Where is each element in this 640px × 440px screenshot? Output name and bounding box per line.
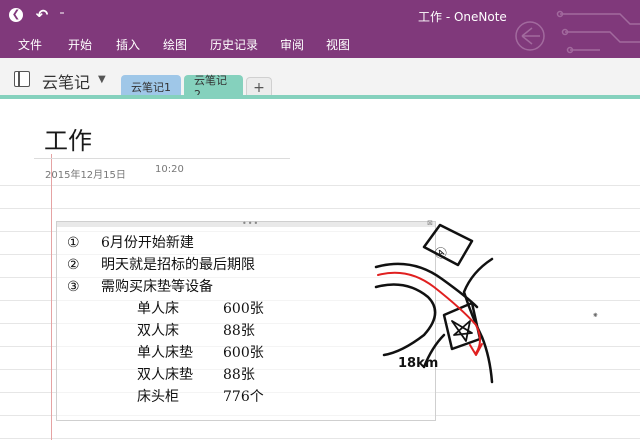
equipment-quantity[interactable]: 600张 bbox=[223, 298, 264, 318]
equipment-name[interactable]: 单人床 bbox=[137, 298, 179, 318]
notebook-icon[interactable] bbox=[14, 71, 30, 87]
sketch-distance-label: 18km bbox=[398, 356, 438, 371]
equipment-name[interactable]: 双人床垫 bbox=[137, 364, 193, 384]
list-text: 需购买床垫等设备 bbox=[101, 279, 213, 295]
ribbon-decoration bbox=[515, 10, 640, 54]
page-date: 2015年12月15日 bbox=[45, 170, 126, 181]
route-arrow-icon bbox=[469, 343, 483, 356]
list-item[interactable]: ① 6月份开始新建 bbox=[67, 232, 194, 252]
tab-view[interactable]: 视图 bbox=[326, 36, 350, 53]
map-sketch[interactable]: Ⓐ 18km bbox=[372, 217, 502, 392]
drag-grip-icon[interactable]: ••• bbox=[242, 219, 259, 228]
list-text: 6月份开始新建 bbox=[101, 235, 194, 251]
notebook-bar: 云笔记 ▼ 云笔记1 云笔记2 + bbox=[0, 58, 640, 101]
notebook-name[interactable]: 云笔记 bbox=[42, 69, 90, 93]
chevron-down-icon[interactable]: ▼ bbox=[98, 74, 106, 85]
tab-home[interactable]: 开始 bbox=[68, 36, 92, 53]
list-number: ② bbox=[67, 257, 80, 273]
list-number: ① bbox=[67, 235, 80, 251]
equipment-quantity[interactable]: 88张 bbox=[223, 320, 255, 340]
page-time: 10:20 bbox=[155, 164, 184, 175]
tab-history[interactable]: 历史记录 bbox=[210, 36, 258, 53]
list-item[interactable]: ② 明天就是招标的最后期限 bbox=[67, 254, 255, 274]
quick-access-dropdown-icon[interactable]: ⁼ bbox=[52, 5, 72, 25]
undo-icon[interactable]: ↶ bbox=[32, 5, 52, 25]
list-item[interactable]: ③ 需购买床垫等设备 bbox=[67, 276, 213, 296]
tab-draw[interactable]: 绘图 bbox=[163, 36, 187, 53]
equipment-name[interactable]: 双人床 bbox=[137, 320, 179, 340]
equipment-name[interactable]: 单人床垫 bbox=[137, 342, 193, 362]
insertion-cursor-icon: ⁕ bbox=[592, 311, 599, 320]
equipment-quantity[interactable]: 88张 bbox=[223, 364, 255, 384]
margin-line bbox=[51, 154, 52, 440]
equipment-quantity[interactable]: 600张 bbox=[223, 342, 264, 362]
page-canvas[interactable]: 工作 2015年12月15日 10:20 ••• ⊠ ① 6月份开始新建 ② 明天就… bbox=[0, 99, 640, 440]
tab-review[interactable]: 审阅 bbox=[280, 36, 304, 53]
tab-file[interactable]: 文件 bbox=[18, 36, 42, 53]
page-title[interactable]: 工作 bbox=[44, 121, 92, 156]
equipment-quantity[interactable]: 776个 bbox=[223, 386, 264, 406]
tab-insert[interactable]: 插入 bbox=[116, 36, 140, 53]
list-text: 明天就是招标的最后期限 bbox=[101, 257, 255, 273]
title-rule bbox=[34, 158, 290, 159]
list-number: ③ bbox=[67, 279, 80, 295]
equipment-name[interactable]: 床头柜 bbox=[137, 386, 179, 406]
back-circle-icon[interactable]: ❮ bbox=[6, 5, 26, 25]
